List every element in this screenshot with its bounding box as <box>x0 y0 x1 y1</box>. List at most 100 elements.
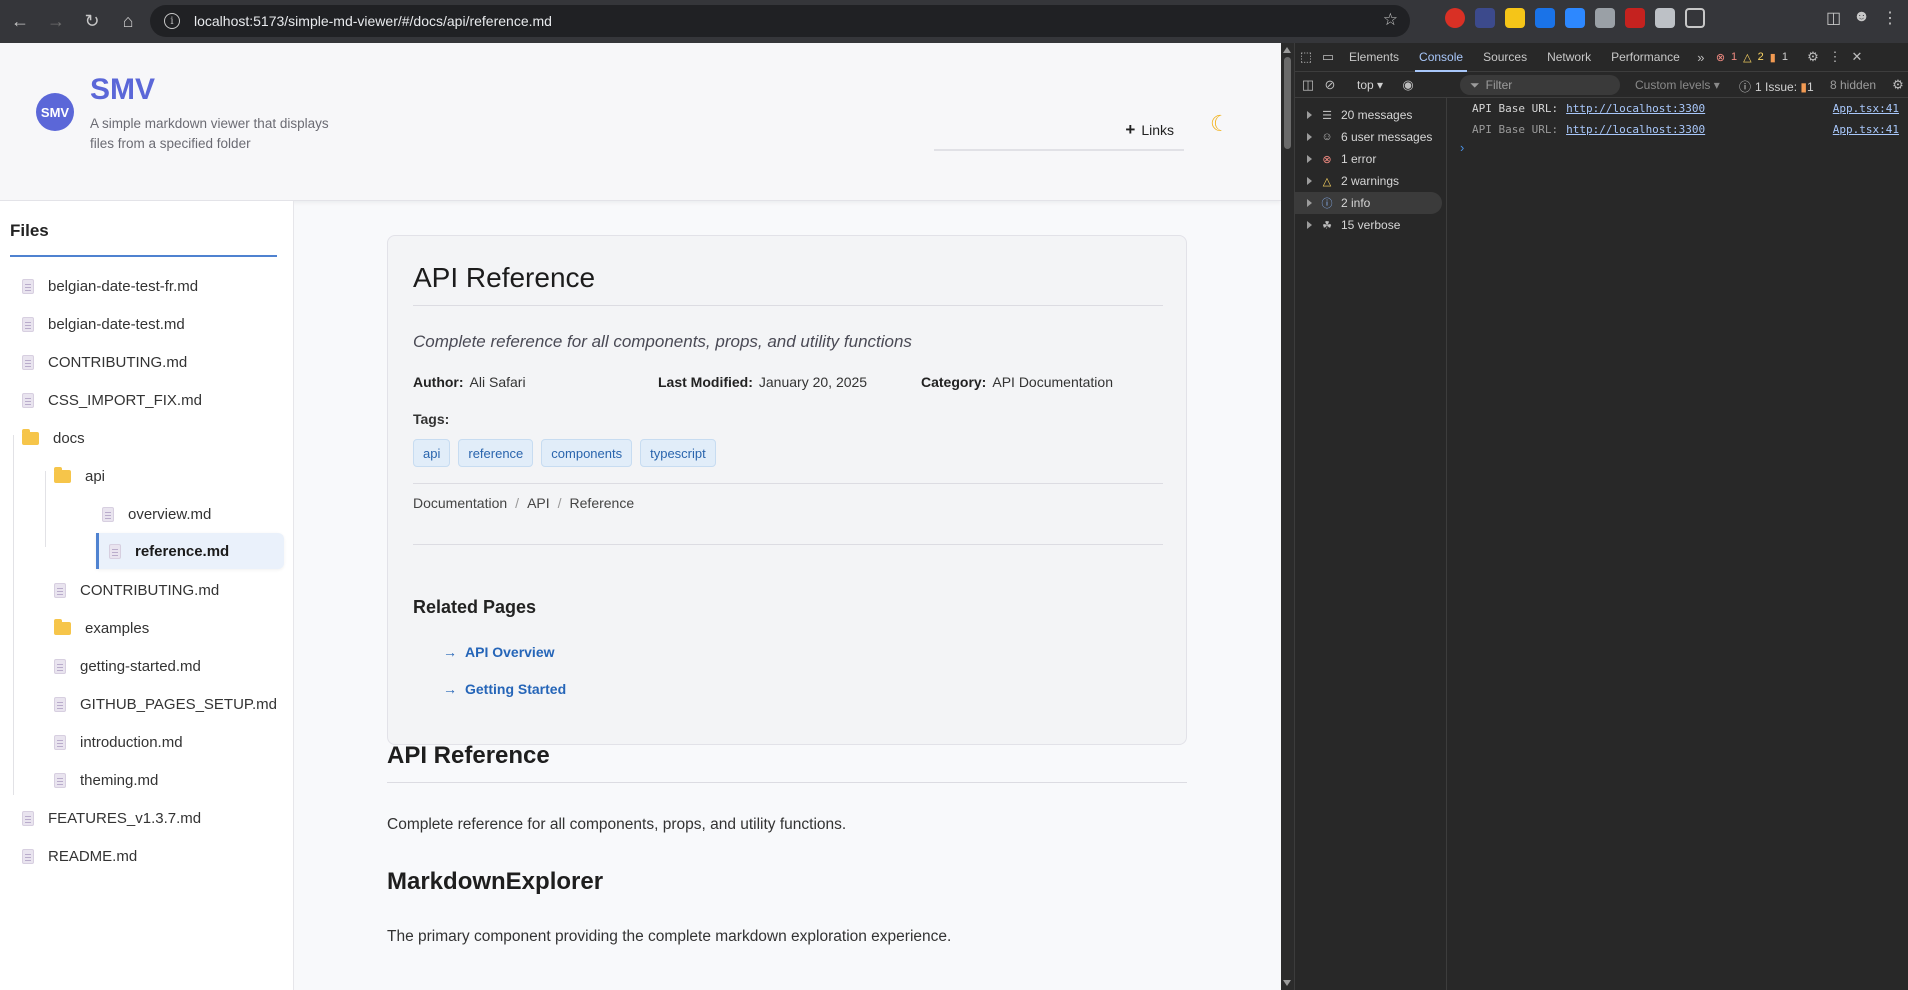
tree-guide <box>13 435 14 795</box>
forward-icon[interactable]: → <box>38 4 74 40</box>
page-scrollbar[interactable] <box>1281 43 1294 990</box>
sidebar-messages[interactable]: ☰ 20 messages <box>1295 104 1446 126</box>
tree-item-folder[interactable]: docs <box>22 420 85 456</box>
profile-avatar-icon[interactable]: ☻ <box>1853 8 1870 28</box>
settings-gear-icon[interactable]: ⚙ <box>1802 43 1824 72</box>
file-icon <box>22 354 34 370</box>
tab-search-icon[interactable]: ◫ <box>1826 8 1841 28</box>
more-tabs-icon[interactable]: » <box>1690 43 1712 72</box>
tree-item-folder[interactable]: examples <box>54 610 149 646</box>
back-icon[interactable]: ← <box>2 4 38 40</box>
sidebar-user-messages[interactable]: ☺ 6 user messages <box>1295 126 1446 148</box>
menu-kebab-icon[interactable]: ⋮ <box>1882 8 1898 28</box>
reload-icon[interactable]: ↻ <box>74 4 110 40</box>
extension-icon[interactable] <box>1475 8 1495 28</box>
tag[interactable]: typescript <box>640 439 716 467</box>
tree-item-file[interactable]: CSS_IMPORT_FIX.md <box>22 382 202 418</box>
site-info-icon[interactable]: i <box>164 13 180 29</box>
tree-item-file-active[interactable]: reference.md <box>96 533 284 569</box>
close-icon[interactable]: ✕ <box>1846 43 1868 72</box>
extensions-bar <box>1445 8 1705 28</box>
console-prompt[interactable]: › <box>1448 140 1908 158</box>
tab-performance[interactable]: Performance <box>1601 43 1690 72</box>
related-link[interactable]: → Getting Started <box>443 681 566 697</box>
tree-item-file[interactable]: CONTRIBUTING.md <box>54 572 219 608</box>
tree-item-file[interactable]: overview.md <box>102 496 211 532</box>
bookmark-star-icon[interactable]: ☆ <box>1383 10 1398 30</box>
log-url-link[interactable]: http://localhost:3300 <box>1566 123 1705 136</box>
related-link[interactable]: → API Overview <box>443 644 555 660</box>
tag[interactable]: api <box>413 439 451 467</box>
sidebar-warnings[interactable]: △ 2 warnings <box>1295 170 1446 192</box>
extension-icon[interactable] <box>1565 8 1585 28</box>
tag[interactable]: reference <box>458 439 534 467</box>
tree-item-folder[interactable]: api <box>54 458 105 494</box>
log-url-link[interactable]: http://localhost:3300 <box>1566 102 1705 115</box>
expand-triangle-icon <box>1307 155 1312 163</box>
tree-item-file[interactable]: theming.md <box>54 762 158 798</box>
log-entry: API Base URL: http://localhost:3300 App.… <box>1472 102 1899 115</box>
log-entry: API Base URL: http://localhost:3300 App.… <box>1472 123 1899 136</box>
extension-icon[interactable] <box>1655 8 1675 28</box>
tree-item-file[interactable]: getting-started.md <box>54 648 201 684</box>
breadcrumb-item[interactable]: API <box>527 495 550 511</box>
tree-item-file[interactable]: CONTRIBUTING.md <box>22 344 187 380</box>
info-icon: ⓘ <box>1739 80 1752 94</box>
extensions-puzzle-icon[interactable] <box>1685 8 1705 28</box>
breadcrumb-separator: / <box>557 495 562 511</box>
sidebar-verbose[interactable]: ☘ 15 verbose <box>1295 214 1446 236</box>
tab-sources[interactable]: Sources <box>1473 43 1537 72</box>
log-levels-dropdown[interactable]: Custom levels ▾ <box>1635 78 1720 92</box>
doc-title: API Reference <box>413 262 596 293</box>
tree-item-file[interactable]: introduction.md <box>54 724 183 760</box>
issue-counters[interactable]: ⊗ 1 △ 2 ▮ 1 <box>1716 51 1788 64</box>
sidebar-title-underline <box>10 255 277 257</box>
sidebar-info[interactable]: ⓘ 2 info <box>1295 192 1442 214</box>
extension-icon[interactable] <box>1505 8 1525 28</box>
tab-elements[interactable]: Elements <box>1339 43 1409 72</box>
url-text[interactable]: localhost:5173/simple-md-viewer/#/docs/a… <box>194 13 552 29</box>
tree-item-file[interactable]: GITHUB_PAGES_SETUP.md <box>54 686 277 722</box>
links-button[interactable]: + Links <box>934 111 1184 151</box>
sidebar-errors[interactable]: ⊗ 1 error <box>1295 148 1446 170</box>
tree-item-file[interactable]: FEATURES_v1.3.7.md <box>22 800 201 836</box>
expand-triangle-icon <box>1307 111 1312 119</box>
extension-icon[interactable] <box>1625 8 1645 28</box>
console-filter-input[interactable]: ⏷ Filter <box>1460 75 1620 95</box>
context-selector[interactable]: top ▾ <box>1357 78 1383 92</box>
breadcrumb-item[interactable]: Documentation <box>413 495 507 511</box>
issues-link[interactable]: ⓘ 1 Issue: ▮1 <box>1739 78 1814 95</box>
file-icon <box>22 848 34 864</box>
tree-item-file[interactable]: belgian-date-test-fr.md <box>22 268 198 304</box>
scroll-up-icon[interactable] <box>1283 47 1291 53</box>
tab-network[interactable]: Network <box>1537 43 1601 72</box>
log-source-link[interactable]: App.tsx:41 <box>1833 123 1899 136</box>
inspect-element-icon[interactable]: ⬚ <box>1295 43 1317 72</box>
tag[interactable]: components <box>541 439 633 467</box>
moon-icon[interactable]: ☾ <box>1210 111 1230 137</box>
extension-icon[interactable] <box>1445 8 1465 28</box>
devtools-panel: ⬚ ▭ Elements Console Sources Network Per… <box>1294 43 1908 990</box>
divider <box>387 782 1187 783</box>
scroll-down-icon[interactable] <box>1283 980 1291 986</box>
related-pages-heading: Related Pages <box>413 597 537 617</box>
log-source-link[interactable]: App.tsx:41 <box>1833 102 1899 115</box>
sidebar-toggle-icon[interactable]: ◫ <box>1297 70 1319 99</box>
address-bar[interactable]: i localhost:5173/simple-md-viewer/#/docs… <box>150 5 1410 37</box>
device-toolbar-icon[interactable]: ▭ <box>1317 43 1339 72</box>
clear-console-icon[interactable]: ⊘ <box>1319 70 1341 99</box>
console-settings-icon[interactable]: ⚙ <box>1887 70 1908 99</box>
extension-icon[interactable] <box>1535 8 1555 28</box>
scrollbar-thumb[interactable] <box>1284 57 1291 149</box>
devtools-menu-icon[interactable]: ⋮ <box>1824 43 1846 72</box>
extension-icon[interactable] <box>1595 8 1615 28</box>
console-sidebar: ☰ 20 messages ☺ 6 user messages ⊗ 1 error △… <box>1295 98 1447 990</box>
tab-console[interactable]: Console <box>1409 43 1473 72</box>
error-icon: ⊗ <box>1322 153 1332 166</box>
home-icon[interactable]: ⌂ <box>110 4 146 40</box>
tree-item-file[interactable]: belgian-date-test.md <box>22 306 185 342</box>
tree-item-file[interactable]: README.md <box>22 838 137 874</box>
user-icon: ☺ <box>1321 131 1333 143</box>
eye-icon[interactable]: ◉ <box>1397 70 1419 99</box>
file-icon <box>22 392 34 408</box>
